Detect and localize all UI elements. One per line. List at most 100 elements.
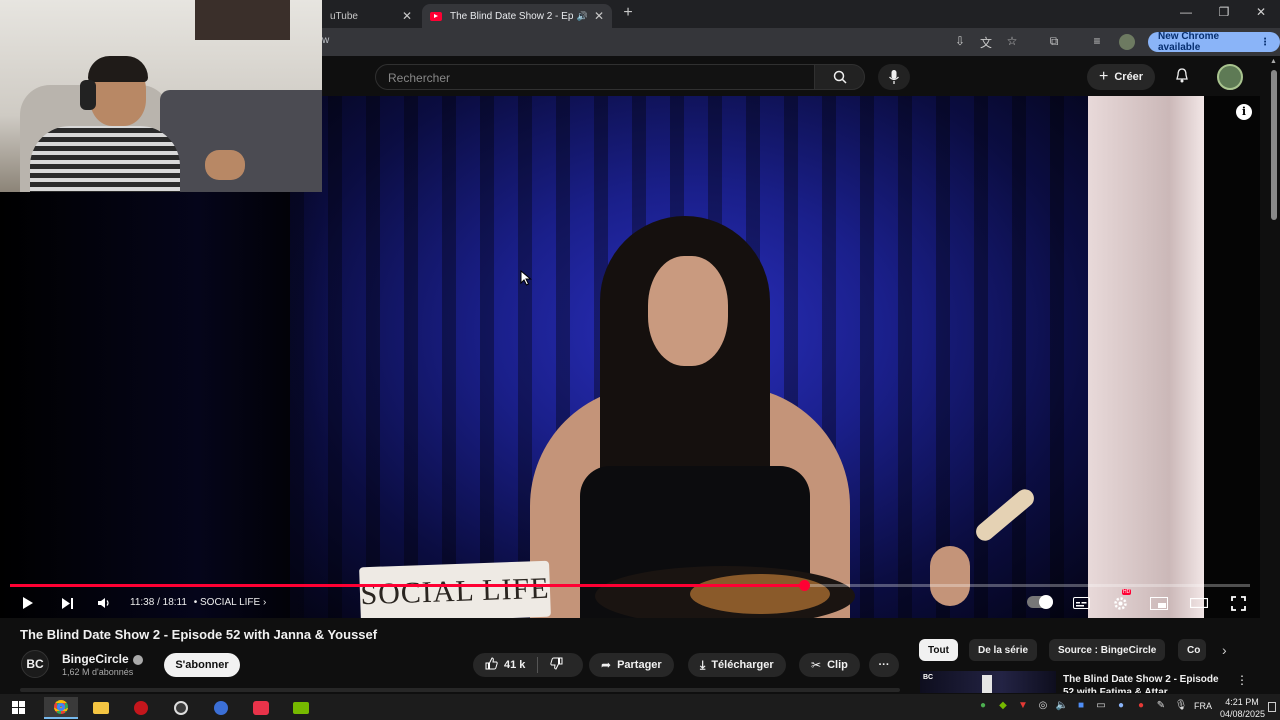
- account-avatar[interactable]: [1217, 64, 1243, 90]
- tray-mic-icon[interactable]: 🎙: [1174, 700, 1188, 711]
- theater-mode-button[interactable]: [1189, 593, 1209, 613]
- chip-series[interactable]: De la série: [969, 639, 1038, 661]
- miniplayer-icon: [1150, 596, 1168, 610]
- create-label: Créer: [1114, 71, 1144, 83]
- miniplayer-button[interactable]: [1149, 593, 1169, 613]
- restore-button[interactable]: ❐: [1214, 5, 1234, 19]
- close-window-button[interactable]: ✕: [1251, 5, 1271, 19]
- taskbar-app-nvidia[interactable]: [284, 697, 318, 719]
- subscriber-count: 1,62 M d'abonnés: [62, 667, 134, 677]
- chevron-right-icon[interactable]: ›: [1222, 642, 1227, 658]
- tray-volume-icon[interactable]: 🔈: [1055, 700, 1069, 711]
- next-button[interactable]: [57, 593, 77, 613]
- scrollbar-thumb[interactable]: [1271, 70, 1277, 220]
- chip-all[interactable]: Tout: [919, 639, 958, 661]
- dislike-button[interactable]: [550, 657, 563, 673]
- taskbar-app-pink[interactable]: [244, 697, 278, 719]
- tray-cloud-icon[interactable]: ●: [1114, 700, 1128, 711]
- minimize-button[interactable]: —: [1176, 5, 1196, 19]
- scissors-icon: ✂: [811, 658, 822, 672]
- tray-nvidia-icon[interactable]: ◆: [996, 700, 1010, 711]
- related-video-title[interactable]: The Blind Date Show 2 - Episode 52 with …: [1063, 673, 1221, 693]
- more-actions-button[interactable]: ···: [869, 653, 899, 677]
- related-video-menu-icon[interactable]: ⋮: [1236, 673, 1248, 687]
- related-video-thumbnail[interactable]: BC: [920, 671, 1056, 693]
- like-button[interactable]: [485, 657, 498, 673]
- notification-center-icon[interactable]: [1268, 702, 1276, 712]
- subscribe-button[interactable]: S'abonner: [164, 653, 240, 677]
- chrome-menu-icon[interactable]: ⋮: [1260, 37, 1270, 48]
- bookmark-star-icon[interactable]: ☆: [1004, 34, 1020, 48]
- progress-bar[interactable]: [10, 580, 1250, 591]
- nvidia-icon: [293, 702, 309, 714]
- search-input[interactable]: Rechercher: [375, 64, 815, 90]
- autoplay-toggle[interactable]: [1027, 595, 1053, 609]
- tab-youtube[interactable]: uTube ✕: [322, 4, 420, 28]
- subtitles-button[interactable]: [1071, 593, 1091, 613]
- chip-source[interactable]: Source : BingeCircle: [1049, 639, 1166, 661]
- tray-steam-icon[interactable]: ◎: [1036, 700, 1050, 711]
- new-tab-button[interactable]: +: [620, 4, 636, 22]
- voice-search-button[interactable]: [878, 64, 910, 90]
- clip-button[interactable]: ✂ Clip: [799, 653, 860, 677]
- search-placeholder: Rechercher: [388, 71, 451, 85]
- channel-avatar[interactable]: BC: [21, 650, 49, 678]
- food: [690, 574, 830, 614]
- profile-avatar-icon[interactable]: [1119, 34, 1135, 50]
- settings-button[interactable]: HD: [1110, 589, 1132, 613]
- download-button[interactable]: ⤓ Télécharger: [688, 653, 786, 677]
- download-icon: ⤓: [700, 657, 706, 672]
- notifications-button[interactable]: [1172, 68, 1192, 88]
- new-chrome-label: New Chrome available: [1158, 31, 1220, 53]
- windows-taskbar: ● ◆ ▼ ◎ 🔈 ■ ▭ ● ● ✎ 🎙 FRA 4:21 PM 04/08/…: [0, 694, 1280, 720]
- create-button[interactable]: + Créer: [1087, 64, 1156, 90]
- play-button[interactable]: [18, 593, 38, 613]
- chip-partial[interactable]: Co: [1178, 639, 1206, 661]
- search-button[interactable]: [814, 64, 865, 90]
- tray-network-icon[interactable]: ▭: [1094, 700, 1108, 711]
- close-tab-icon[interactable]: ✕: [402, 9, 412, 23]
- translate-icon[interactable]: 文: [978, 34, 994, 51]
- extensions-icon[interactable]: ⧉: [1046, 34, 1062, 49]
- scrubber-handle[interactable]: [798, 580, 810, 591]
- current-time: 11:38: [130, 597, 155, 608]
- scroll-up-icon[interactable]: ▲: [1270, 58, 1277, 65]
- taskbar-app-blue[interactable]: [204, 697, 238, 719]
- red-app-icon: [134, 701, 148, 715]
- fullscreen-button[interactable]: [1228, 593, 1248, 613]
- volume-button[interactable]: [94, 593, 114, 613]
- taskbar-app-red[interactable]: [124, 697, 158, 719]
- like-separator: [537, 657, 539, 673]
- windows-start-icon[interactable]: [12, 701, 25, 714]
- taskbar-file-explorer[interactable]: [84, 697, 118, 719]
- thumbs-down-icon: [550, 657, 563, 670]
- taskbar-app-obs[interactable]: [164, 697, 198, 719]
- subtitles-icon: [1072, 597, 1090, 609]
- tray-record-icon[interactable]: ●: [1134, 700, 1148, 711]
- language-indicator[interactable]: FRA: [1194, 701, 1212, 711]
- video-frame-pillar: [1088, 96, 1204, 618]
- media-control-icon[interactable]: ≡: [1089, 34, 1105, 48]
- chapter-button[interactable]: • SOCIAL LIFE ›: [194, 597, 267, 608]
- share-button[interactable]: ➦ Partager: [589, 653, 674, 677]
- speaker-icon[interactable]: 🔊: [577, 11, 588, 22]
- like-count: 41 k: [504, 659, 526, 671]
- system-clock[interactable]: 4:21 PM 04/08/2025: [1220, 696, 1265, 720]
- page-scrollbar[interactable]: ▲: [1268, 56, 1280, 694]
- close-tab-icon[interactable]: ✕: [594, 9, 604, 23]
- tab-blind-date-show[interactable]: The Blind Date Show 2 - Ep 🔊 ✕: [422, 4, 612, 28]
- new-chrome-available-button[interactable]: New Chrome available ⋮: [1148, 31, 1280, 53]
- address-bar[interactable]: w: [322, 35, 329, 46]
- tray-bluetooth-icon[interactable]: ■: [1074, 700, 1088, 711]
- taskbar-chrome[interactable]: [44, 697, 78, 719]
- info-icon[interactable]: i: [1236, 104, 1252, 120]
- search-icon: [833, 70, 847, 84]
- pink-app-icon: [253, 701, 269, 715]
- channel-name-link[interactable]: BingeCircle: [62, 652, 143, 666]
- tray-app-icon[interactable]: ●: [976, 700, 990, 711]
- streamer: [30, 56, 180, 192]
- tray-pen-icon[interactable]: ✎: [1154, 700, 1168, 711]
- install-app-icon[interactable]: ⇩: [952, 34, 968, 48]
- blue-app-icon: [214, 701, 228, 715]
- tray-download-icon[interactable]: ▼: [1016, 700, 1030, 711]
